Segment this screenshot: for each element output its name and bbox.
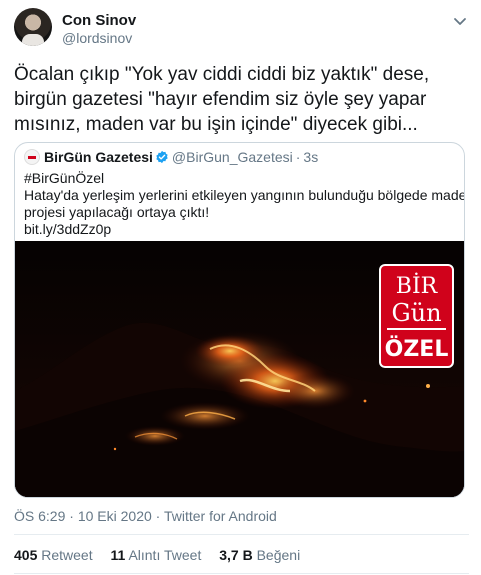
wildfire-night-image: BİR Gün ÖZEL (15, 241, 464, 497)
tweet-source[interactable]: Twitter for Android (164, 508, 277, 524)
divider (14, 534, 469, 535)
quoted-text-line: Hatay'da yerleşim yerlerini etkileyen ya… (24, 187, 465, 203)
chevron-down-icon[interactable] (451, 12, 469, 30)
quoted-tweet[interactable]: BirGün Gazetesi @BirGun_Gazetesi · 3s #BirG… (14, 142, 465, 498)
quoted-hashtag[interactable]: #BirGünÖzel (24, 170, 454, 187)
like-count[interactable]: 3,7 B Beğeni (219, 547, 300, 563)
quoted-text-line: projesi yapılacağı ortaya çıktı! (24, 204, 210, 220)
tweet-time[interactable]: ÖS 6:29 (14, 508, 65, 524)
badge-top-text: BİR (396, 272, 439, 299)
tweet-date[interactable]: 10 Eki 2020 (78, 508, 152, 524)
tweet-text-line: mısınız, maden var bu işin içinde" diyec… (14, 114, 418, 135)
quoted-author-handle[interactable]: @BirGun_Gazetesi (172, 149, 293, 165)
quote-count[interactable]: 11 Alıntı Tweet (111, 547, 202, 563)
divider (14, 573, 469, 574)
avatar[interactable] (14, 8, 52, 46)
quoted-time[interactable]: 3s (303, 149, 318, 165)
meta-separator: · (69, 508, 74, 524)
badge-middle-text: Gün (391, 299, 441, 327)
tweet-stats: 405 Retweet 11 Alıntı Tweet 3,7 B Beğeni (14, 547, 314, 563)
quoted-author-name[interactable]: BirGün Gazetesi (44, 149, 153, 165)
quoted-separator: · (295, 149, 301, 165)
author-handle[interactable]: @lordsinov (62, 30, 132, 46)
meta-separator: · (155, 508, 161, 524)
tweet: Con Sinov @lordsinov Öcalan çıkıp "Yok y… (0, 0, 481, 575)
retweet-count[interactable]: 405 Retweet (14, 547, 93, 563)
tweet-text-line: birgün gazetesi "hayır efendim siz öyle … (14, 89, 427, 110)
quoted-avatar[interactable] (24, 149, 40, 165)
author-name[interactable]: Con Sinov (62, 12, 136, 29)
badge-bottom-text: ÖZEL (385, 336, 449, 362)
tweet-meta: ÖS 6:29 · 10 Eki 2020 · Twitter for Andr… (14, 508, 277, 524)
birgun-ozel-badge: BİR Gün ÖZEL (379, 264, 454, 368)
quoted-text: #BirGünÖzel Hatay'da yerleşim yerlerini … (24, 170, 465, 238)
tweet-text: Öcalan çıkıp "Yok yav ciddi ciddi biz ya… (14, 62, 469, 137)
quoted-tweet-header: BirGün Gazetesi @BirGun_Gazetesi · 3s (24, 149, 318, 169)
quoted-photo[interactable]: BİR Gün ÖZEL (15, 241, 464, 497)
tweet-header: Con Sinov @lordsinov (14, 8, 469, 50)
quoted-link[interactable]: bit.ly/3ddZz0p (24, 221, 454, 238)
verified-badge-icon (156, 150, 168, 164)
tweet-text-line: Öcalan çıkıp "Yok yav ciddi ciddi biz ya… (14, 64, 430, 85)
